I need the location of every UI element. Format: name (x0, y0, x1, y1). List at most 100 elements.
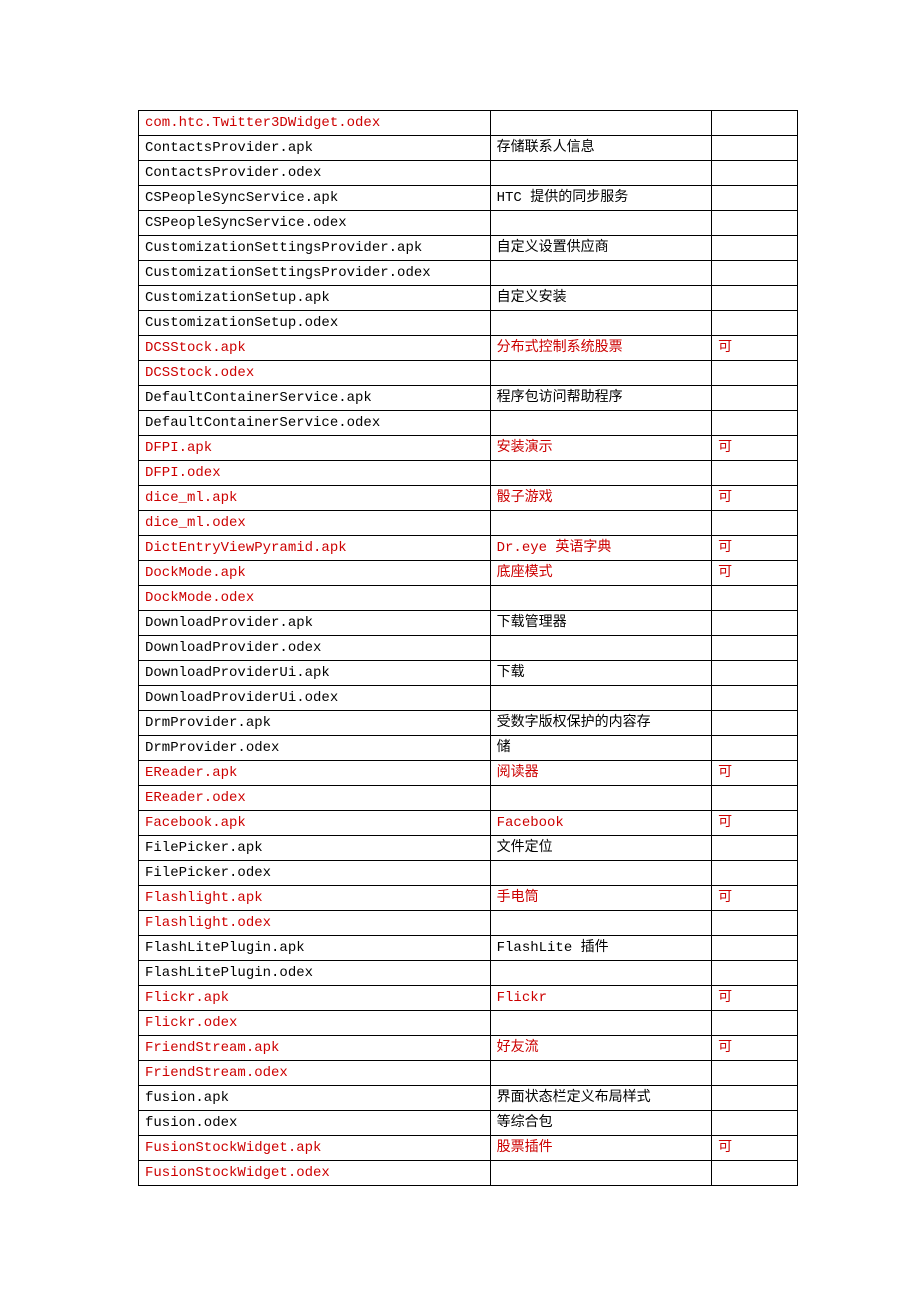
mark-cell (712, 236, 798, 261)
table-row: FilePicker.odex (139, 861, 798, 886)
desc-cell: 好友流 (490, 1036, 711, 1061)
mark-cell (712, 411, 798, 436)
file-cell: CSPeopleSyncService.apk (139, 186, 491, 211)
mark-cell (712, 386, 798, 411)
desc-cell (490, 1161, 711, 1186)
mark-cell: 可 (712, 561, 798, 586)
file-cell: CustomizationSettingsProvider.odex (139, 261, 491, 286)
file-cell: ContactsProvider.apk (139, 136, 491, 161)
table-row: CustomizationSetup.odex (139, 311, 798, 336)
desc-cell (490, 211, 711, 236)
file-cell: DownloadProvider.apk (139, 611, 491, 636)
file-cell: DownloadProvider.odex (139, 636, 491, 661)
desc-cell: 界面状态栏定义布局样式 (490, 1086, 711, 1111)
table-row: DockMode.odex (139, 586, 798, 611)
file-cell: EReader.apk (139, 761, 491, 786)
table-row: DCSStock.odex (139, 361, 798, 386)
table-row: DFPI.odex (139, 461, 798, 486)
mark-cell (712, 1086, 798, 1111)
mark-cell: 可 (712, 336, 798, 361)
file-cell: DockMode.apk (139, 561, 491, 586)
file-cell: CustomizationSetup.odex (139, 311, 491, 336)
file-cell: DCSStock.apk (139, 336, 491, 361)
table-row: CSPeopleSyncService.apkHTC 提供的同步服务 (139, 186, 798, 211)
desc-cell: Facebook (490, 811, 711, 836)
file-cell: DefaultContainerService.apk (139, 386, 491, 411)
mark-cell (712, 111, 798, 136)
file-cell: DefaultContainerService.odex (139, 411, 491, 436)
desc-cell: 底座模式 (490, 561, 711, 586)
table-row: CustomizationSettingsProvider.apk自定义设置供应… (139, 236, 798, 261)
desc-cell: 骰子游戏 (490, 486, 711, 511)
desc-cell (490, 1061, 711, 1086)
table-row: DCSStock.apk分布式控制系统股票可 (139, 336, 798, 361)
document-page: com.htc.Twitter3DWidget.odexContactsProv… (0, 0, 920, 1302)
mark-cell (712, 1161, 798, 1186)
mark-cell (712, 136, 798, 161)
desc-cell: 股票插件 (490, 1136, 711, 1161)
mark-cell (712, 736, 798, 761)
table-row: FlashLitePlugin.apkFlashLite 插件 (139, 936, 798, 961)
table-body: com.htc.Twitter3DWidget.odexContactsProv… (139, 111, 798, 1186)
mark-cell: 可 (712, 1036, 798, 1061)
mark-cell (712, 586, 798, 611)
desc-cell: Flickr (490, 986, 711, 1011)
table-row: EReader.apk阅读器可 (139, 761, 798, 786)
desc-cell (490, 861, 711, 886)
file-cell: FriendStream.apk (139, 1036, 491, 1061)
desc-cell: HTC 提供的同步服务 (490, 186, 711, 211)
table-row: ContactsProvider.odex (139, 161, 798, 186)
desc-cell: 受数字版权保护的内容存 (490, 711, 711, 736)
mark-cell (712, 636, 798, 661)
desc-cell: 等综合包 (490, 1111, 711, 1136)
desc-cell: FlashLite 插件 (490, 936, 711, 961)
desc-cell: 文件定位 (490, 836, 711, 861)
desc-cell: 下载 (490, 661, 711, 686)
mark-cell (712, 611, 798, 636)
table-row: DictEntryViewPyramid.apkDr.eye 英语字典可 (139, 536, 798, 561)
table-row: CustomizationSettingsProvider.odex (139, 261, 798, 286)
desc-cell: 分布式控制系统股票 (490, 336, 711, 361)
desc-cell (490, 686, 711, 711)
file-cell: DictEntryViewPyramid.apk (139, 536, 491, 561)
mark-cell: 可 (712, 436, 798, 461)
mark-cell (712, 261, 798, 286)
table-row: fusion.apk界面状态栏定义布局样式 (139, 1086, 798, 1111)
desc-cell (490, 586, 711, 611)
file-cell: fusion.apk (139, 1086, 491, 1111)
file-cell: Flashlight.odex (139, 911, 491, 936)
table-row: Facebook.apkFacebook可 (139, 811, 798, 836)
desc-cell (490, 786, 711, 811)
table-row: fusion.odex等综合包 (139, 1111, 798, 1136)
mark-cell (712, 836, 798, 861)
file-cell: FilePicker.odex (139, 861, 491, 886)
table-row: dice_ml.apk骰子游戏可 (139, 486, 798, 511)
table-row: DownloadProviderUi.apk下载 (139, 661, 798, 686)
desc-cell: 存储联系人信息 (490, 136, 711, 161)
file-cell: Flickr.apk (139, 986, 491, 1011)
file-cell: Flickr.odex (139, 1011, 491, 1036)
mark-cell (712, 686, 798, 711)
mark-cell (712, 661, 798, 686)
desc-cell (490, 311, 711, 336)
mark-cell: 可 (712, 486, 798, 511)
file-cell: DrmProvider.apk (139, 711, 491, 736)
file-cell: FilePicker.apk (139, 836, 491, 861)
desc-cell (490, 511, 711, 536)
file-cell: com.htc.Twitter3DWidget.odex (139, 111, 491, 136)
mark-cell (712, 786, 798, 811)
file-cell: dice_ml.apk (139, 486, 491, 511)
file-cell: CustomizationSettingsProvider.apk (139, 236, 491, 261)
table-row: FusionStockWidget.odex (139, 1161, 798, 1186)
file-cell: FlashLitePlugin.odex (139, 961, 491, 986)
desc-cell (490, 411, 711, 436)
table-row: Flashlight.apk手电筒可 (139, 886, 798, 911)
table-row: EReader.odex (139, 786, 798, 811)
mark-cell: 可 (712, 761, 798, 786)
desc-cell: Dr.eye 英语字典 (490, 536, 711, 561)
table-row: DrmProvider.odex储 (139, 736, 798, 761)
file-cell: DrmProvider.odex (139, 736, 491, 761)
table-row: FusionStockWidget.apk股票插件可 (139, 1136, 798, 1161)
mark-cell (712, 961, 798, 986)
desc-cell: 储 (490, 736, 711, 761)
